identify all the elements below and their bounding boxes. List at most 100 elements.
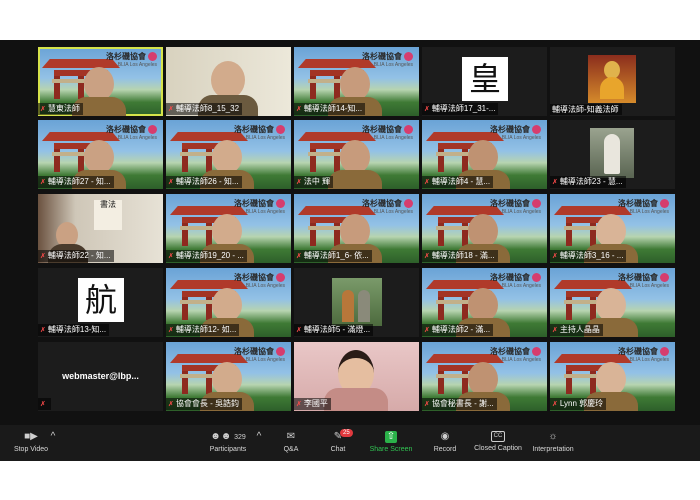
share-screen-label: Share Screen	[369, 446, 413, 453]
people-icon: ☻☻ 329	[210, 431, 246, 442]
muted-mic-icon: ✗	[40, 106, 46, 113]
avatar	[340, 67, 370, 101]
chevron-up-icon: ^	[256, 431, 262, 442]
participant-tile[interactable]: 書法 ✗ 輔導法師22 - 知...	[38, 194, 163, 263]
participant-name: 輔導法師23 - 慧...	[559, 177, 623, 186]
lotus-icon	[532, 347, 541, 357]
participant-tile[interactable]: 洛杉磯協會 BLIA Los Angeles ✗ 法中 輝	[294, 120, 419, 189]
avatar	[596, 362, 626, 396]
participant-name: 輔導法師5 - 滿燈...	[303, 325, 371, 334]
participant-tile[interactable]: 洛杉磯協會 BLIA Los Angeles ✗ 主持人晶晶	[550, 268, 675, 337]
qa-button[interactable]: ✉ Q&A	[276, 431, 306, 453]
participant-label: ✗ 李國平	[294, 398, 331, 410]
muted-mic-icon: ✗	[168, 401, 174, 408]
lotus-icon	[660, 273, 669, 283]
participant-tile[interactable]: 輔導法師-知義法師	[550, 47, 675, 116]
blia-logo: 洛杉磯協會 BLIA Los Angeles	[618, 199, 669, 215]
calligraphy-scroll: 書法	[94, 200, 122, 230]
participant-tile[interactable]: ✗ 輔導法師23 - 慧...	[550, 120, 675, 189]
interpretation-label: Interpretation	[532, 446, 574, 453]
photo-figure	[342, 290, 354, 322]
participants-caret[interactable]: ^	[254, 431, 264, 446]
chevron-up-icon: ^	[50, 431, 56, 442]
participant-label: ✗ 輔導法師26 - 知...	[166, 176, 242, 188]
participant-label: ✗ 輔導法師27 - 知...	[38, 176, 114, 188]
participant-tile[interactable]: ✗ 輔導法師5 - 滿燈...	[294, 268, 419, 337]
blia-logo: 洛杉磯協會 BLIA Los Angeles	[618, 347, 669, 363]
blia-logo: 洛杉磯協會 BLIA Los Angeles	[490, 347, 541, 363]
participant-tile[interactable]: ✗ 李國平	[294, 342, 419, 411]
avatar	[468, 362, 498, 396]
participant-tile[interactable]: webmaster@lbp... ✗	[38, 342, 163, 411]
stop-video-label: Stop Video	[13, 446, 49, 453]
participant-tile[interactable]: 洛杉磯協會 BLIA Los Angeles ✗ 輔導法師12- 如...	[166, 268, 291, 337]
avatar	[212, 214, 242, 248]
participant-tile[interactable]: 洛杉磯協會 BLIA Los Angeles ✗ 輔導法師26 - 知...	[166, 120, 291, 189]
participant-label: ✗ 輔導法師5 - 滿燈...	[294, 324, 374, 336]
muted-mic-icon: ✗	[296, 401, 302, 408]
participant-tile[interactable]: 洛杉磯協會 BLIA Los Angeles ✗ 輔導法師1_6- 依...	[294, 194, 419, 263]
participant-tile[interactable]: 皇 ✗ 輔導法師17_31-...	[422, 47, 547, 116]
lotus-icon	[276, 347, 285, 357]
avatar	[211, 61, 245, 99]
record-button[interactable]: ◉ Record	[428, 431, 462, 453]
avatar	[468, 140, 498, 174]
muted-mic-icon: ✗	[552, 253, 558, 260]
share-screen-button[interactable]: ⇧ Share Screen	[366, 431, 416, 453]
participants-button[interactable]: ☻☻ 329 Participants	[203, 431, 253, 453]
muted-mic-icon: ✗	[168, 179, 174, 186]
qa-bubble-icon: ✉	[286, 431, 296, 442]
lotus-icon	[404, 125, 413, 135]
participant-tile[interactable]: 洛杉磯協會 BLIA Los Angeles ✗ 輔導法師4 - 慧...	[422, 120, 547, 189]
participant-tile[interactable]: ✗ 輔導法師8_15_32	[166, 47, 291, 116]
participant-tile[interactable]: 洛杉磯協會 BLIA Los Angeles ✗ 協會會長 - 吳誥鈞	[166, 342, 291, 411]
muted-mic-icon: ✗	[552, 401, 558, 408]
chat-badge: 25	[340, 429, 353, 437]
muted-mic-icon: ✗	[552, 327, 558, 334]
stop-video-button[interactable]: ■▶ Stop Video	[10, 431, 52, 453]
participant-label: ✗ 法中 輝	[294, 176, 334, 188]
muted-mic-icon: ✗	[40, 253, 46, 260]
blia-logo: 洛杉磯協會 BLIA Los Angeles	[362, 52, 413, 68]
participant-tile[interactable]: 洛杉磯協會 BLIA Los Angeles ✗ 輔導法師3_16 - ...	[550, 194, 675, 263]
lotus-icon	[404, 52, 413, 62]
profile-photo	[332, 278, 382, 326]
muted-mic-icon: ✗	[424, 253, 430, 260]
avatar	[212, 362, 242, 396]
participant-label: ✗ 輔導法師12- 如...	[166, 324, 240, 336]
participant-name: 主持人晶晶	[559, 325, 600, 334]
participant-label: ✗ 協會會長 - 吳誥鈞	[166, 398, 242, 410]
closed-caption-icon: CC	[491, 431, 505, 442]
participant-tile[interactable]: 洛杉磯協會 BLIA Los Angeles ✗ 輔導法師2 - 滿...	[422, 268, 547, 337]
participant-name: 輔導法師12- 如...	[175, 325, 237, 334]
participant-tile[interactable]: 航 ✗ 輔導法師13-知...	[38, 268, 163, 337]
participant-tile[interactable]: 洛杉磯協會 BLIA Los Angeles ✗ 輔導法師14-知...	[294, 47, 419, 116]
participant-tile[interactable]: 洛杉磯協會 BLIA Los Angeles ✗ Lynn 郭慶玲	[550, 342, 675, 411]
muted-mic-icon: ✗	[168, 106, 174, 113]
lotus-icon	[148, 125, 157, 135]
participant-name: 輔導法師-知義法師	[552, 105, 619, 114]
participant-name: Lynn 郭慶玲	[559, 399, 604, 408]
lotus-icon	[276, 199, 285, 209]
participant-name: 輔導法師26 - 知...	[175, 177, 239, 186]
closed-caption-button[interactable]: CC Closed Caption	[470, 431, 526, 452]
blia-logo: 洛杉磯協會 BLIA Los Angeles	[490, 273, 541, 289]
buddha-robe	[600, 77, 624, 99]
muted-mic-icon: ✗	[296, 179, 302, 186]
muted-mic-icon: ✗	[40, 327, 46, 334]
participant-tile[interactable]: 洛杉磯協會 BLIA Los Angeles ✗ 協會秘書長 - 謝...	[422, 342, 547, 411]
participant-name: 輔導法師3_16 - ...	[559, 251, 624, 260]
participant-label: ✗ 輔導法師2 - 滿...	[422, 324, 494, 336]
participant-tile[interactable]: 洛杉磯協會 BLIA Los Angeles ✗ 慧東法師	[38, 47, 163, 116]
participant-label: ✗ 協會秘書長 - 謝...	[422, 398, 497, 410]
participant-tile[interactable]: 洛杉磯協會 BLIA Los Angeles ✗ 輔導法師18 - 滿...	[422, 194, 547, 263]
participant-tile[interactable]: 洛杉磯協會 BLIA Los Angeles ✗ 輔導法師19_20 - ...	[166, 194, 291, 263]
participant-tile[interactable]: 洛杉磯協會 BLIA Los Angeles ✗ 輔導法師27 - 知...	[38, 120, 163, 189]
participant-label: ✗ 主持人晶晶	[550, 324, 603, 336]
chat-button[interactable]: ✎ 25 Chat	[323, 429, 353, 453]
participant-label: ✗ 輔導法師13-知...	[38, 324, 110, 336]
video-options-caret[interactable]: ^	[48, 431, 58, 446]
interpretation-button[interactable]: ☼ Interpretation	[528, 431, 578, 453]
lotus-icon	[660, 199, 669, 209]
meeting-toolbar: ■▶ Stop Video ^ ☻☻ 329 Participants ^ ✉ …	[0, 425, 700, 461]
